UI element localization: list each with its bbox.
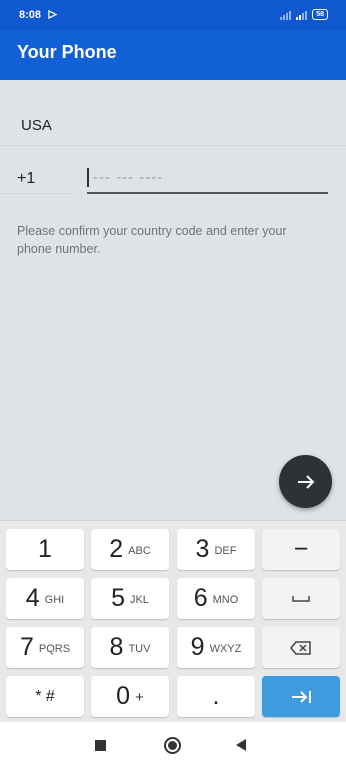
key-9[interactable]: 9 WXYZ [177,627,255,668]
key-digit: * # [35,687,55,705]
status-indicators: 58 [280,9,328,20]
key-letters: MNO [212,593,239,606]
key-6[interactable]: 6 MNO [177,578,255,619]
key-5[interactable]: 5 JKL [91,578,169,619]
next-button[interactable] [279,455,332,508]
tab-next-icon [292,690,311,703]
key-digit: 3 [195,535,210,563]
hint-text: Please confirm your country code and ent… [17,224,287,256]
phone-number-input[interactable]: --- --- ---- [87,162,328,194]
key-space[interactable] [262,578,340,619]
space-icon [292,595,310,602]
key-0[interactable]: 0 + [91,676,169,717]
arrow-right-icon [297,474,314,489]
media-play-icon [48,10,57,19]
key-letters: ABC [128,544,151,557]
system-nav-bar [0,722,346,768]
key-star-hash[interactable]: * # [6,676,84,717]
key-digit: 2 [109,535,124,563]
key-digit: 8 [109,633,124,661]
page-title: Your Phone [17,42,117,62]
key-next[interactable] [262,676,340,717]
country-selector[interactable]: USA [0,104,346,146]
key-3[interactable]: 3 DEF [177,529,255,570]
key-digit: . [212,682,220,710]
status-bar: 8:08 58 [0,0,346,30]
key-digit: 1 [38,535,52,563]
key-letters: PQRS [38,642,71,655]
key-7[interactable]: 7 PQRS [6,627,84,668]
app-bar: Your Phone [0,30,346,80]
phone-placeholder: --- --- ---- [93,169,164,186]
key-letters: TUV [128,642,151,655]
status-time: 8:08 [19,9,42,21]
key-period[interactable]: . [177,676,255,717]
key-digit: 6 [193,584,208,612]
key-letters: + [135,689,144,706]
key-1[interactable]: 1 [6,529,84,570]
key-digit: 5 [111,584,125,612]
numeric-keyboard: 1 2 ABC 3 DEF − 4 GHI 5 JKL 6 MNO 7 PQRS… [0,520,346,722]
key-digit: 9 [190,633,205,661]
country-code-field[interactable]: +1 [0,162,76,194]
key-letters: JKL [129,593,149,606]
backspace-icon [290,640,311,655]
key-digit: 4 [25,584,40,612]
text-cursor [87,168,89,187]
key-2[interactable]: 2 ABC [91,529,169,570]
key-backspace[interactable] [262,627,340,668]
key-digit: 7 [19,633,34,661]
key-letters: GHI [44,593,65,606]
battery-icon: 58 [312,9,328,20]
key-minus[interactable]: − [262,529,340,570]
signal-icon [280,10,292,20]
signal-4g-icon [296,10,308,20]
key-letters: WXYZ [209,642,242,655]
key-letters: DEF [214,544,237,557]
recents-icon[interactable] [95,740,106,751]
back-icon[interactable] [236,739,246,751]
key-4[interactable]: 4 GHI [6,578,84,619]
country-code-value: +1 [17,170,36,187]
home-icon[interactable] [164,737,181,754]
key-digit: 0 [116,682,131,710]
key-digit: − [293,535,309,563]
key-8[interactable]: 8 TUV [91,627,169,668]
country-name: USA [21,117,52,134]
